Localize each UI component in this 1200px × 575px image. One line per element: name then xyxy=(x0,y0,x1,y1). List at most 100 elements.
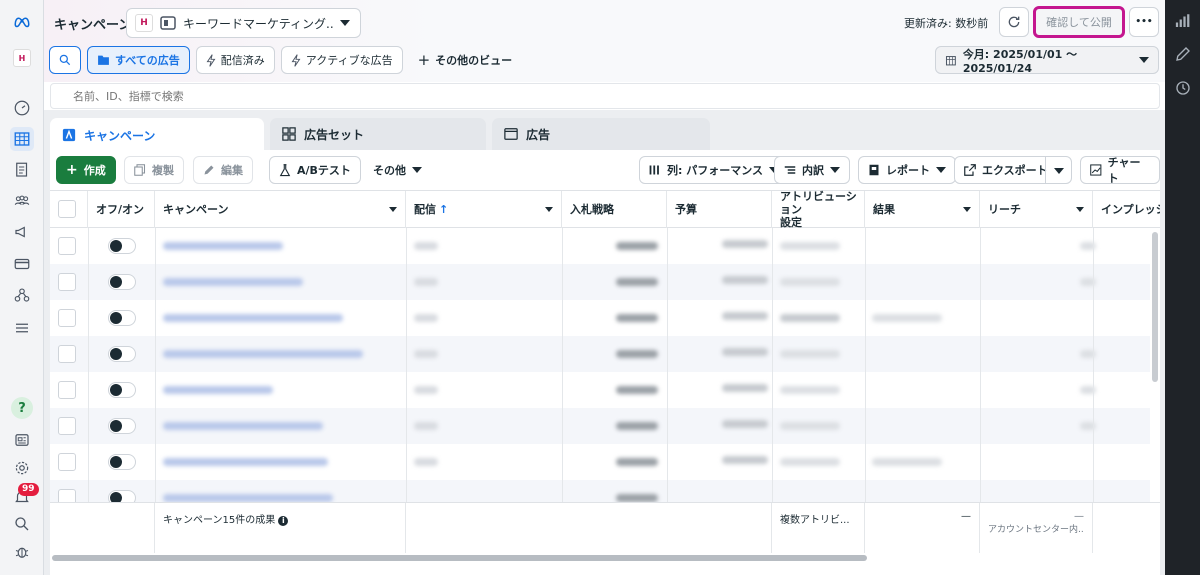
search-input[interactable] xyxy=(51,84,1159,108)
header-results[interactable]: 結果 xyxy=(865,191,980,228)
campaign-toggle[interactable] xyxy=(108,454,136,470)
table-row[interactable] xyxy=(50,336,1150,372)
news-icon[interactable] xyxy=(10,428,34,452)
ab-test-button[interactable]: A/Bテスト xyxy=(269,156,361,184)
chevron-down-icon xyxy=(1139,57,1149,63)
header-bid-strategy[interactable]: 入札戦略 xyxy=(562,191,667,228)
campaign-toggle[interactable] xyxy=(108,238,136,254)
vertical-scrollbar[interactable] xyxy=(1152,232,1158,382)
gear-icon[interactable] xyxy=(10,456,34,480)
other-menu-button[interactable]: その他 xyxy=(364,156,431,184)
row-checkbox[interactable] xyxy=(58,417,76,435)
select-all-checkbox[interactable] xyxy=(58,200,76,218)
edit-button[interactable]: 編集 xyxy=(193,156,253,184)
chart-button[interactable]: チャート xyxy=(1080,156,1160,185)
tab-adsets[interactable]: 広告セット xyxy=(270,118,486,150)
bolt-icon xyxy=(291,53,301,67)
info-icon[interactable]: i xyxy=(278,516,289,526)
summary-reach-cell: — アカウントセンター内... xyxy=(980,503,1093,553)
campaign-toggle[interactable] xyxy=(108,274,136,290)
help-icon[interactable]: ? xyxy=(10,396,34,420)
chevron-down-icon xyxy=(340,20,350,26)
row-checkbox[interactable] xyxy=(58,381,76,399)
search-icon xyxy=(59,54,71,66)
more-options-button[interactable]: ••• xyxy=(1129,7,1159,37)
row-checkbox[interactable] xyxy=(58,489,76,502)
audience-icon[interactable] xyxy=(10,189,34,213)
view-more[interactable]: + その他のビュー xyxy=(409,46,522,74)
table-row[interactable] xyxy=(50,300,1150,336)
bug-icon[interactable] xyxy=(10,540,34,564)
breakdown-button[interactable]: 内訳 xyxy=(774,156,850,184)
duplicate-button[interactable]: 複製 xyxy=(124,156,184,184)
notification-badge: 99 xyxy=(18,483,39,496)
table-row[interactable] xyxy=(50,408,1150,444)
history-icon[interactable] xyxy=(1174,79,1192,97)
search-icon[interactable] xyxy=(10,512,34,536)
summary-label-cell: キャンペーン15件の成果 i xyxy=(155,503,406,553)
campaign-toggle[interactable] xyxy=(108,346,136,362)
summary-results: — xyxy=(865,503,980,553)
account-avatar[interactable]: H xyxy=(10,46,34,70)
header-attribution[interactable]: アトリビューション 設定 xyxy=(772,190,865,229)
columns-button[interactable]: 列: パフォーマンス xyxy=(639,156,790,184)
create-button[interactable]: + 作成 xyxy=(56,156,116,184)
header-onoff[interactable]: オフ/オン xyxy=(88,191,155,228)
campaign-toggle[interactable] xyxy=(108,490,136,502)
campaign-toggle[interactable] xyxy=(108,418,136,434)
table-toolbar: + 作成 複製 編集 A/Bテスト その他 列: パフォーマンス 内訳 レポート… xyxy=(50,150,1160,190)
campaign-icon xyxy=(62,128,76,142)
right-rail xyxy=(1165,0,1200,575)
table-row[interactable] xyxy=(50,228,1150,264)
header-budget[interactable]: 予算 xyxy=(667,191,772,228)
table-row[interactable] xyxy=(50,372,1150,408)
account-selector[interactable]: H キーワードマーケティング... xyxy=(126,8,361,38)
row-checkbox[interactable] xyxy=(58,273,76,291)
date-range-picker[interactable]: 今月: 2025/01/01 〜 2025/01/24 xyxy=(935,46,1159,75)
campaign-toggle[interactable] xyxy=(108,310,136,326)
horizontal-scrollbar[interactable] xyxy=(52,555,867,561)
export-icon xyxy=(964,164,976,176)
report-button[interactable]: レポート xyxy=(858,156,956,184)
account-card-icon xyxy=(160,16,176,30)
tab-ads[interactable]: 広告 xyxy=(492,118,710,150)
row-checkbox[interactable] xyxy=(58,453,76,471)
view-active-ads[interactable]: アクティブな広告 xyxy=(280,46,403,74)
tab-campaigns[interactable]: キャンペーン xyxy=(50,118,264,152)
chevron-down-icon[interactable] xyxy=(1054,168,1064,174)
table-icon[interactable] xyxy=(10,127,34,151)
table-row[interactable] xyxy=(50,444,1150,480)
gauge-icon[interactable] xyxy=(10,96,34,120)
header-delivery[interactable]: 配信 ↑ xyxy=(406,191,562,228)
meta-logo-icon[interactable] xyxy=(10,10,34,34)
review-publish-button[interactable]: 確認して公開 xyxy=(1033,6,1125,38)
summary-label: キャンペーン15件の成果 xyxy=(163,515,276,526)
credit-card-icon[interactable] xyxy=(10,252,34,276)
document-icon[interactable] xyxy=(10,158,34,182)
events-manager-icon[interactable] xyxy=(10,283,34,307)
view-all-ads[interactable]: すべての広告 xyxy=(87,46,190,74)
megaphone-icon[interactable] xyxy=(10,220,34,244)
row-checkbox[interactable] xyxy=(58,309,76,327)
chevron-down-icon xyxy=(412,167,422,173)
main-panel: キャンペーン 広告セット 広告 + 作成 複製 編集 A/Bテスト その他 列:… xyxy=(44,110,1165,575)
plus-icon: + xyxy=(417,51,431,69)
header-campaign[interactable]: キャンペーン xyxy=(155,191,406,228)
campaign-toggle[interactable] xyxy=(108,382,136,398)
menu-icon[interactable] xyxy=(10,316,34,340)
bar-chart-icon[interactable] xyxy=(1174,12,1192,30)
table-row[interactable] xyxy=(50,480,1150,502)
sort-ascending-icon: ↑ xyxy=(439,203,449,216)
pencil-icon[interactable] xyxy=(1174,45,1192,63)
refresh-button[interactable] xyxy=(999,7,1029,37)
search-toggle-button[interactable] xyxy=(49,46,81,74)
header-reach[interactable]: リーチ xyxy=(980,191,1093,228)
table-row[interactable] xyxy=(50,264,1150,300)
flask-icon xyxy=(279,163,291,176)
export-button[interactable]: エクスポート xyxy=(954,156,1072,184)
header-impressions[interactable]: インプレッショ xyxy=(1093,191,1160,228)
view-delivered[interactable]: 配信済み xyxy=(195,46,275,74)
row-checkbox[interactable] xyxy=(58,345,76,363)
page-header: キャンペーン H キーワードマーケティング... 更新済み: 数秒前 確認して公… xyxy=(44,0,1165,82)
row-checkbox[interactable] xyxy=(58,237,76,255)
